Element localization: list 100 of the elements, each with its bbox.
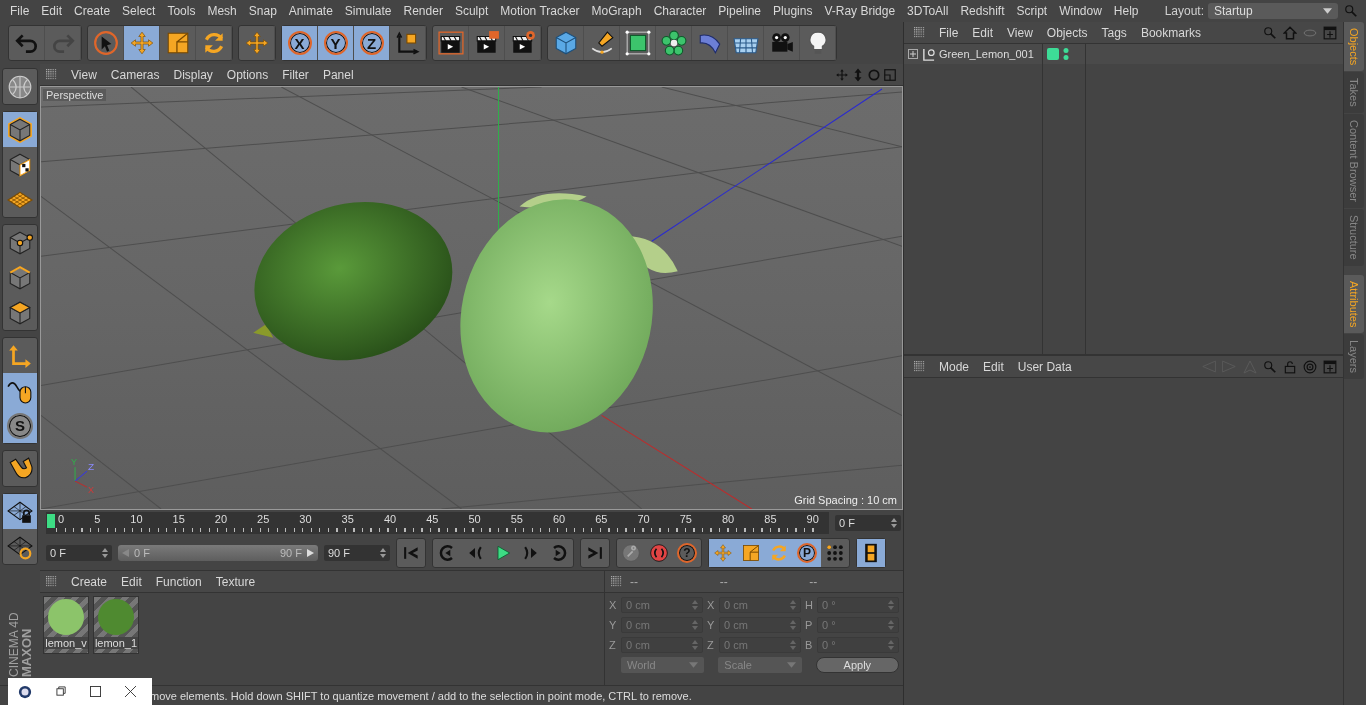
home-icon[interactable] [1283, 25, 1297, 40]
grip-icon[interactable] [914, 27, 925, 38]
menu-item[interactable]: Select [116, 4, 162, 18]
viewport-menu-item[interactable]: Options [220, 67, 275, 82]
snap-button[interactable]: S [3, 408, 37, 443]
menu-item[interactable]: Mesh [201, 4, 243, 18]
material-menu-item[interactable]: Edit [115, 574, 148, 589]
grip-icon[interactable] [46, 69, 57, 80]
expand-icon[interactable] [908, 49, 918, 59]
menu-item[interactable]: Simulate [338, 4, 398, 18]
layout-label: Layout: [1164, 4, 1204, 18]
object-name[interactable]: Green_Lemon_001 [939, 48, 1034, 60]
viewport-menu-item[interactable]: Display [167, 67, 219, 82]
viewport-menu-item[interactable]: Panel [316, 67, 360, 82]
layout-dropdown[interactable]: Startup [1208, 3, 1338, 19]
tweak-button[interactable] [3, 373, 37, 408]
menu-item[interactable]: Script [1010, 4, 1054, 18]
search-icon[interactable] [1263, 25, 1277, 40]
viewport-menu-item[interactable]: Cameras [104, 67, 166, 82]
material-swatch[interactable]: lemon_v [43, 596, 89, 654]
menu-item[interactable]: Help [1107, 4, 1145, 18]
move-button[interactable] [124, 26, 160, 60]
restore-icon[interactable] [55, 686, 67, 697]
spinner-icon [888, 600, 894, 610]
menu-item[interactable]: Sculpt [448, 4, 495, 18]
axis-toggle-button[interactable]: X [282, 26, 318, 60]
side-tab[interactable]: Attributes [1344, 274, 1364, 334]
viewport-background[interactable]: Perspective Y Z X Grid Spacing : 10 cm [40, 86, 903, 510]
dark-lemon-drawing[interactable] [253, 202, 453, 361]
grip-icon[interactable] [611, 576, 622, 587]
coordinate-header: -- [630, 574, 639, 589]
menu-item[interactable]: V-Ray Bridge [818, 4, 902, 18]
search-icon[interactable] [1263, 359, 1277, 374]
menu-item[interactable]: Snap [242, 4, 283, 18]
current-frame-field[interactable]: 0 F [835, 515, 901, 531]
menu-item[interactable]: Character [647, 4, 713, 18]
grip-icon[interactable] [914, 361, 925, 372]
menu-item[interactable]: Pipeline [712, 4, 768, 18]
globe-icon [7, 73, 33, 100]
new-window-icon[interactable] [1323, 359, 1337, 374]
letter-button[interactable]: P [793, 539, 821, 567]
viewport-menu-item[interactable]: View [65, 67, 103, 82]
arrow-pointer-icon [92, 30, 119, 56]
object-menu-item[interactable]: Bookmarks [1134, 25, 1207, 40]
menu-item[interactable]: File [4, 4, 36, 18]
maximize-icon[interactable] [90, 686, 102, 697]
apply-button[interactable]: Apply [815, 657, 899, 673]
timeline-ruler[interactable]: 0 5 10 15 20 25 30 35 40 45 50 55 60 65 70 75 80 85 90 [46, 512, 829, 534]
menu-item[interactable]: Create [68, 4, 117, 18]
film-button[interactable] [857, 539, 885, 567]
spinner-icon [102, 548, 108, 558]
end-frame-field[interactable]: 90 F [324, 545, 390, 561]
spinner-icon [380, 548, 386, 558]
object-menu-item[interactable]: Objects [1040, 25, 1094, 40]
menu-item[interactable]: MoGraph [585, 4, 648, 18]
menu-item[interactable]: Tools [161, 4, 202, 18]
menu-item[interactable]: Redshift [954, 4, 1011, 18]
object-menu-item[interactable]: View [1001, 25, 1039, 40]
scale-square-icon [741, 543, 761, 563]
object-menu-item[interactable]: File [933, 25, 965, 40]
light-lemon-drawing[interactable] [460, 193, 678, 433]
axis-label: X [609, 599, 618, 611]
playhead-marker[interactable] [47, 514, 55, 528]
material-menu-item[interactable]: Texture [209, 574, 262, 589]
gridlock-button[interactable] [3, 494, 37, 529]
menu-item[interactable]: Motion Tracker [494, 4, 586, 18]
menu-item[interactable]: Plugins [767, 4, 819, 18]
spinner-icon [790, 620, 796, 630]
start-frame-field[interactable]: 0 F [46, 545, 112, 561]
grip-icon[interactable] [46, 576, 57, 587]
close-icon[interactable] [124, 686, 136, 697]
app-logo-icon[interactable] [18, 684, 32, 699]
side-tab[interactable]: Objects [1344, 22, 1364, 72]
new-window-icon[interactable] [1323, 25, 1337, 40]
attributes-menu-item[interactable]: Mode [933, 359, 976, 374]
material-swatch[interactable]: lemon_1 [93, 596, 139, 654]
material-menu-item[interactable]: Create [65, 574, 114, 589]
material-menu-item[interactable]: Function [149, 574, 208, 589]
frame-label: 50 [468, 513, 481, 525]
visibility-dots-icon[interactable] [1063, 47, 1069, 61]
attributes-menu-item[interactable]: User Data [1011, 359, 1078, 374]
menu-item[interactable]: 3DToAll [901, 4, 955, 18]
axis-toggle-button[interactable]: Z [354, 26, 390, 60]
object-menu-item[interactable]: Tags [1095, 25, 1133, 40]
axis-label: X [707, 599, 716, 611]
move-arrows-icon[interactable] [835, 67, 849, 82]
attributes-menu-item[interactable]: Edit [977, 359, 1010, 374]
lock-icon[interactable] [1283, 359, 1297, 374]
target-icon[interactable] [1303, 359, 1317, 374]
object-menu-item[interactable]: Edit [966, 25, 1000, 40]
model-button[interactable] [3, 112, 37, 147]
viewport-menu-item[interactable]: Filter [276, 67, 315, 82]
search-icon[interactable] [1344, 4, 1358, 18]
menu-item[interactable]: Window [1053, 4, 1108, 18]
axis-toggle-button[interactable]: Y [318, 26, 354, 60]
frame-label: 85 [764, 513, 777, 525]
menu-item[interactable]: Render [397, 4, 449, 18]
rotate-arrows-icon[interactable] [867, 67, 881, 82]
menu-item[interactable]: Edit [35, 4, 69, 18]
menu-item[interactable]: Animate [282, 4, 339, 18]
